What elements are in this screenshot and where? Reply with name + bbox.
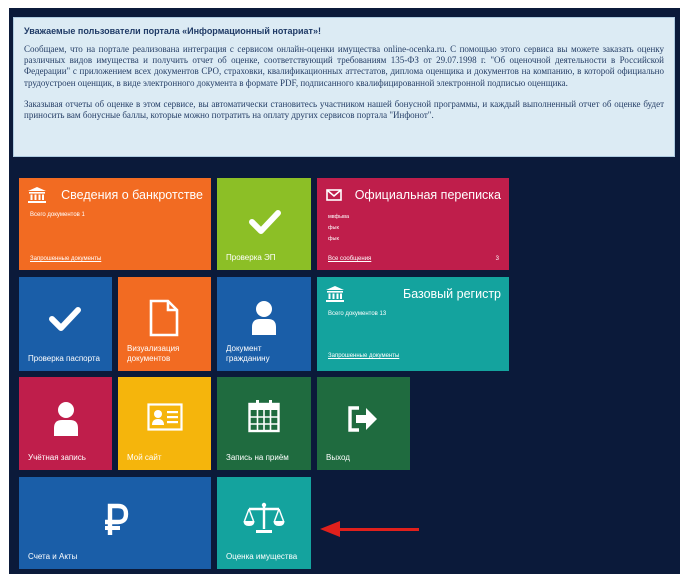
tile-label: Визуализация документов: [127, 344, 180, 363]
tile-label: Мой сайт: [127, 453, 162, 462]
announcement-paragraph: Заказывая отчеты об оценке в этом сервис…: [24, 98, 664, 121]
tile-ep-check[interactable]: Проверка ЭП: [217, 178, 311, 270]
scales-icon: [243, 502, 285, 533]
tile-logout[interactable]: Выход: [317, 377, 410, 470]
document-count: Всего документов 13: [328, 311, 387, 317]
tile-my-site[interactable]: Мой сайт: [118, 377, 211, 470]
tile-citizen-document[interactable]: Документ гражданину: [217, 277, 311, 371]
message-item[interactable]: мвфыва: [328, 212, 349, 223]
all-messages-link[interactable]: Все сообщения: [328, 256, 371, 262]
calendar-icon: [248, 400, 280, 433]
announcement-title: Уважаемые пользователи портала «Информац…: [24, 26, 321, 36]
document-count: Всего документов 1: [30, 212, 85, 218]
requested-documents-link[interactable]: Запрошенные документы: [30, 256, 101, 262]
tile-correspondence[interactable]: Официальная переписка мвфыва фык фык Все…: [317, 178, 509, 270]
tile-invoices[interactable]: Счета и Акты: [19, 477, 211, 569]
tile-label: Проверка ЭП: [226, 253, 276, 262]
tile-label: Учётная запись: [28, 453, 86, 462]
tile-passport-check[interactable]: Проверка паспорта: [19, 277, 112, 371]
tile-base-registry[interactable]: Базовый регистр Всего документов 13 Запр…: [317, 277, 509, 371]
tile-label: Счета и Акты: [28, 552, 78, 561]
tile-visualization[interactable]: Визуализация документов: [118, 277, 211, 371]
tile-appointment[interactable]: Запись на приём: [217, 377, 311, 470]
bank-icon: [326, 286, 344, 302]
user-icon: [54, 402, 78, 436]
tile-label: Оценка имущества: [226, 552, 298, 561]
message-item[interactable]: фык: [328, 223, 349, 234]
document-icon: [149, 299, 179, 337]
requested-documents-link[interactable]: Запрошенные документы: [328, 353, 399, 359]
announcement-box: Уважаемые пользователи портала «Информац…: [13, 17, 675, 157]
tile-label: Проверка паспорта: [28, 354, 100, 363]
ruble-icon: [105, 503, 129, 535]
bank-icon: [28, 187, 46, 203]
announcement-paragraph: Сообщаем, что на портале реализована инт…: [24, 44, 664, 88]
exit-icon: [348, 406, 377, 432]
checkmark-icon: [249, 210, 281, 234]
message-count: 3: [495, 256, 499, 262]
left-arrow-icon: [320, 521, 340, 537]
checkmark-icon: [49, 307, 81, 331]
tile-title: Сведения о банкротстве: [61, 188, 203, 202]
message-item[interactable]: фык: [328, 234, 349, 245]
tile-title: Официальная переписка: [354, 188, 501, 202]
message-list: мвфыва фык фык: [328, 212, 349, 245]
tile-bankruptcy[interactable]: Сведения о банкротстве Всего документов …: [19, 178, 211, 270]
annotation-arrow-shaft: [339, 528, 419, 531]
tile-label: Выход: [326, 453, 350, 462]
id-card-icon: [147, 403, 183, 431]
envelope-icon: [326, 189, 342, 201]
tile-label: Запись на приём: [226, 453, 289, 462]
tile-title: Базовый регистр: [402, 287, 501, 301]
tile-account[interactable]: Учётная запись: [19, 377, 112, 470]
tile-label: Документ гражданину: [226, 344, 270, 363]
user-icon: [252, 301, 276, 335]
tile-property-appraisal[interactable]: Оценка имущества: [217, 477, 311, 569]
